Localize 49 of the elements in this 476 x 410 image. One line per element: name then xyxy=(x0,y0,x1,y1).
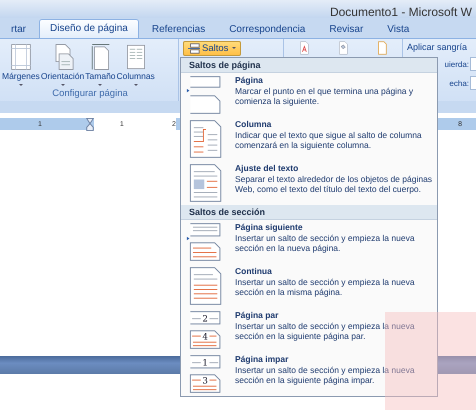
ribbon-tab[interactable]: Vista xyxy=(376,21,420,38)
menu-item-description: Insertar un salto de sección y empieza la nueva sección en la siguiente página par. xyxy=(235,321,416,341)
breaks-button[interactable]: Saltos xyxy=(183,41,242,56)
page-borders-icon xyxy=(375,41,390,55)
caret-icon xyxy=(98,84,102,86)
menu-item[interactable]: Continua Insertar un salto de sección y empieza la nueva sección en la misma página. xyxy=(181,264,437,308)
ribbon-tab[interactable]: rtar xyxy=(0,21,37,38)
group-label: Configurar página xyxy=(51,88,129,101)
menu-item-description: Insertar un salto de sección y empieza la nueva sección en la siguiente página impar. xyxy=(235,365,416,385)
menu-section-heading: Saltos de página xyxy=(181,58,437,73)
caret-icon xyxy=(134,84,138,86)
page-icon xyxy=(8,43,33,71)
input-field[interactable] xyxy=(470,76,476,90)
ribbon-tab[interactable]: Referencias xyxy=(140,21,216,38)
ribbon-button[interactable]: Columnas xyxy=(116,43,155,88)
menu-item-title: Página xyxy=(235,75,264,85)
ribbon-button[interactable]: Orientación xyxy=(40,43,84,88)
menu-item[interactable]: 1 3 Página impar Insertar un salto de sección y empieza la nueva sección en la siguiente página impar. xyxy=(181,352,437,396)
ribbon-button[interactable]: Márgenes xyxy=(2,43,40,88)
menu-item[interactable]: Columna Indicar que el texto que sigue al salto de columna comenzará en la siguiente columna. xyxy=(181,117,437,161)
menu-item-title: Columna xyxy=(235,119,272,129)
menu-item-description: Insertar un salto de sección y empieza la nueva sección en la nueva página. xyxy=(235,233,416,253)
menu-item-title: Ajuste del texto xyxy=(235,163,300,173)
menu-item-description: Indicar que el texto que sigue al salto de columna comenzará en la siguiente columna. xyxy=(235,130,423,150)
caret-icon xyxy=(18,84,23,86)
menu-item-description: Marcar el punto en el que termina una página y comienza la siguiente. xyxy=(235,86,414,106)
menu-item-title: Página par xyxy=(235,310,280,320)
page-break-icon xyxy=(188,43,200,54)
menu-section-heading: Saltos de sección xyxy=(181,205,437,220)
indent-right-label: echa: xyxy=(449,78,469,88)
menu-item[interactable]: Página Marcar el punto en el que termina una página y comienza la siguiente. xyxy=(181,73,437,117)
menu-item-description: Separar el texto alrededor de los objetos de páginas Web, como el texto del título del texto del cuerpo. xyxy=(235,174,434,194)
ribbon-tab[interactable]: Diseño de página xyxy=(39,19,139,38)
menu-item[interactable]: Ajuste del texto Separar el texto alrededor de los objetos de páginas Web, como el texto del título del texto del cuerpo. xyxy=(181,161,437,205)
indent-left-label: uierda: xyxy=(444,60,469,68)
menu-item-title: Continua xyxy=(235,266,273,276)
indent-heading: Aplicar sangría xyxy=(407,42,468,52)
menu-item[interactable]: Página siguiente Insertar un salto de sección y empieza la nueva sección en la nueva página. xyxy=(181,220,437,264)
menu-item-description: Insertar un salto de sección y empieza la nueva sección en la misma página. xyxy=(235,277,416,297)
menu-item-title: Página impar xyxy=(235,354,290,364)
menu-item[interactable]: 2 4 Página par Insertar un salto de sección y empieza la nueva sección en la siguiente página par. xyxy=(181,308,437,352)
menu-item-title: Página siguiente xyxy=(235,222,304,232)
caret-icon xyxy=(60,84,65,86)
ribbon-tab[interactable]: Revisar xyxy=(318,21,374,38)
ribbon-tab[interactable]: Correspondencia xyxy=(218,21,316,38)
input-field[interactable] xyxy=(470,57,476,71)
indent-marker-icon[interactable] xyxy=(86,118,94,130)
window-title: Documento1 - Microsoft W xyxy=(330,6,472,18)
ribbon-button[interactable]: Tamaño xyxy=(85,43,116,88)
